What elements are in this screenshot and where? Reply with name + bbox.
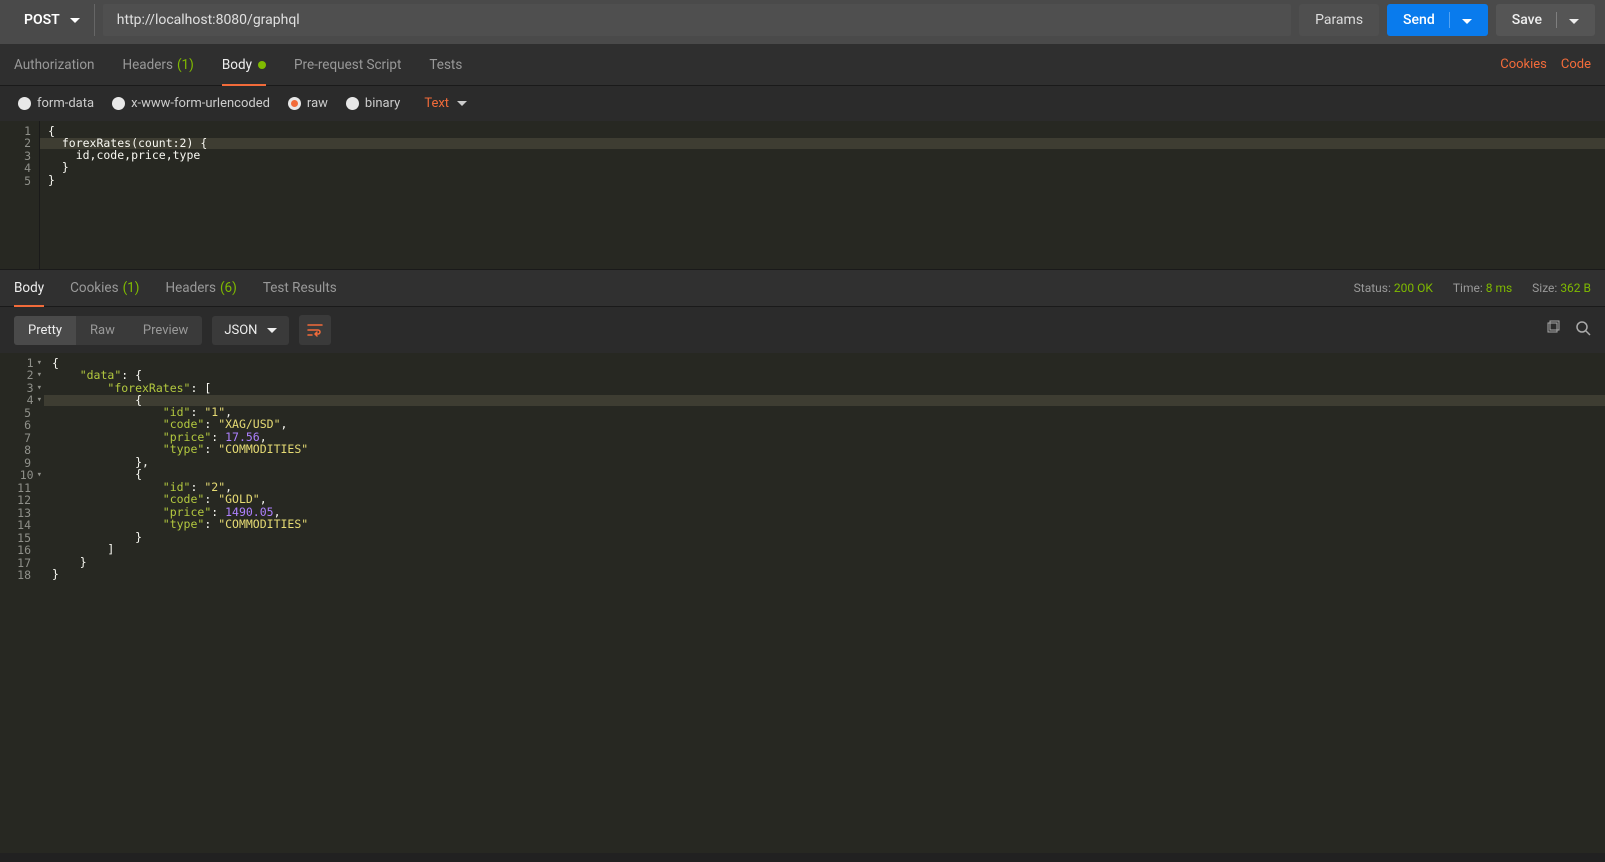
http-method-dropdown[interactable]: POST [10,4,95,36]
url-text: http://localhost:8080/graphql [117,12,300,28]
wrap-icon [307,323,323,337]
resp-tab-body[interactable]: Body [14,270,44,306]
wrap-lines-button[interactable] [299,315,331,345]
response-code: { "data": { "forexRates": [ { "id": "1",… [44,353,1605,853]
chevron-down-icon [70,18,80,23]
tab-tests[interactable]: Tests [429,44,462,85]
request-gutter: 12345 [0,121,40,269]
response-status: Status: 200 OK Time: 8 ms Size: 362 B [1354,281,1591,295]
save-button[interactable]: Save [1496,4,1595,36]
radio-urlencoded[interactable]: x-www-form-urlencoded [112,96,270,111]
request-body-editor[interactable]: 12345 { forexRates(count:2) { id,code,pr… [0,121,1605,269]
request-code[interactable]: { forexRates(count:2) { id,code,price,ty… [40,121,1605,269]
resp-tab-cookies[interactable]: Cookies (1) [70,270,139,306]
chevron-down-icon [457,101,467,106]
search-button[interactable] [1575,320,1591,340]
cookies-link[interactable]: Cookies [1500,57,1547,72]
format-dropdown[interactable]: JSON [212,316,289,345]
view-mode-group: Pretty Raw Preview [14,316,202,345]
tab-body[interactable]: Body [222,44,266,85]
radio-binary[interactable]: binary [346,96,400,111]
copy-icon [1545,320,1561,336]
radio-form-data[interactable]: form-data [18,96,94,111]
tab-prerequest[interactable]: Pre-request Script [294,44,401,85]
view-preview[interactable]: Preview [129,316,202,345]
radio-icon [346,97,359,110]
response-tabs: Body Cookies (1) Headers (6) Test Result… [0,269,1605,307]
resp-tab-headers[interactable]: Headers (6) [165,270,236,306]
chevron-down-icon [267,328,277,333]
send-dropdown-icon[interactable] [1449,12,1472,28]
time-value: 8 ms [1486,281,1512,295]
body-indicator-icon [258,61,266,69]
raw-type-dropdown[interactable]: Text [424,96,467,111]
tab-authorization[interactable]: Authorization [14,44,94,85]
radio-icon [288,97,301,110]
resp-tab-testresults[interactable]: Test Results [263,270,337,306]
status-value: 200 OK [1394,281,1433,295]
view-raw[interactable]: Raw [76,316,129,345]
send-button[interactable]: Send [1387,4,1488,36]
response-body-editor[interactable]: 1▾2▾3▾4▾5678910▾1112131415161718 { "data… [0,353,1605,853]
radio-icon [18,97,31,110]
search-icon [1575,320,1591,336]
request-tabs: Authorization Headers (1) Body Pre-reque… [0,44,1605,86]
response-gutter: 1▾2▾3▾4▾5678910▾1112131415161718 [0,353,44,853]
radio-icon [112,97,125,110]
view-pretty[interactable]: Pretty [14,316,76,345]
http-method-label: POST [24,12,60,28]
save-dropdown-icon[interactable] [1556,12,1579,28]
code-link[interactable]: Code [1561,57,1591,72]
radio-raw[interactable]: raw [288,96,328,111]
size-value: 362 B [1560,281,1591,295]
copy-button[interactable] [1545,320,1561,340]
params-button[interactable]: Params [1299,4,1379,36]
request-bar: POST http://localhost:8080/graphql Param… [0,0,1605,44]
body-type-row: form-data x-www-form-urlencoded raw bina… [0,86,1605,121]
tab-headers[interactable]: Headers (1) [122,44,193,85]
response-toolbar: Pretty Raw Preview JSON [0,307,1605,353]
url-input[interactable]: http://localhost:8080/graphql [103,4,1291,36]
